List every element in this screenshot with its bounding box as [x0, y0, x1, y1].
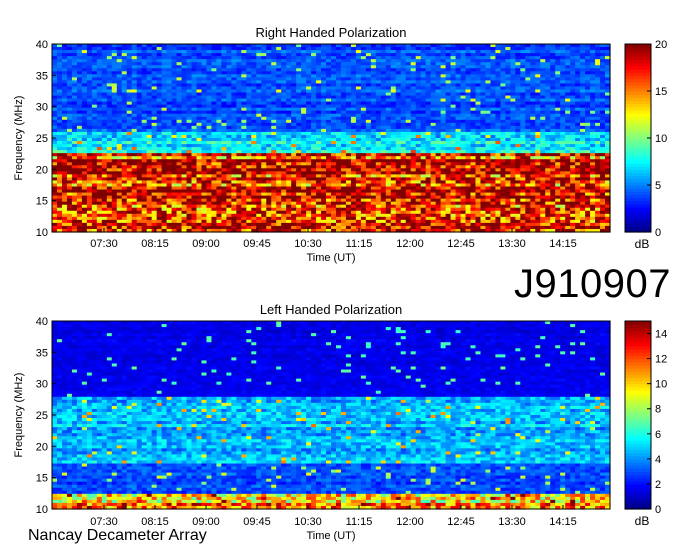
panel-right-polarization: Right Handed Polarization10152025303540F… [13, 25, 667, 264]
heatmap-cells [52, 44, 611, 233]
